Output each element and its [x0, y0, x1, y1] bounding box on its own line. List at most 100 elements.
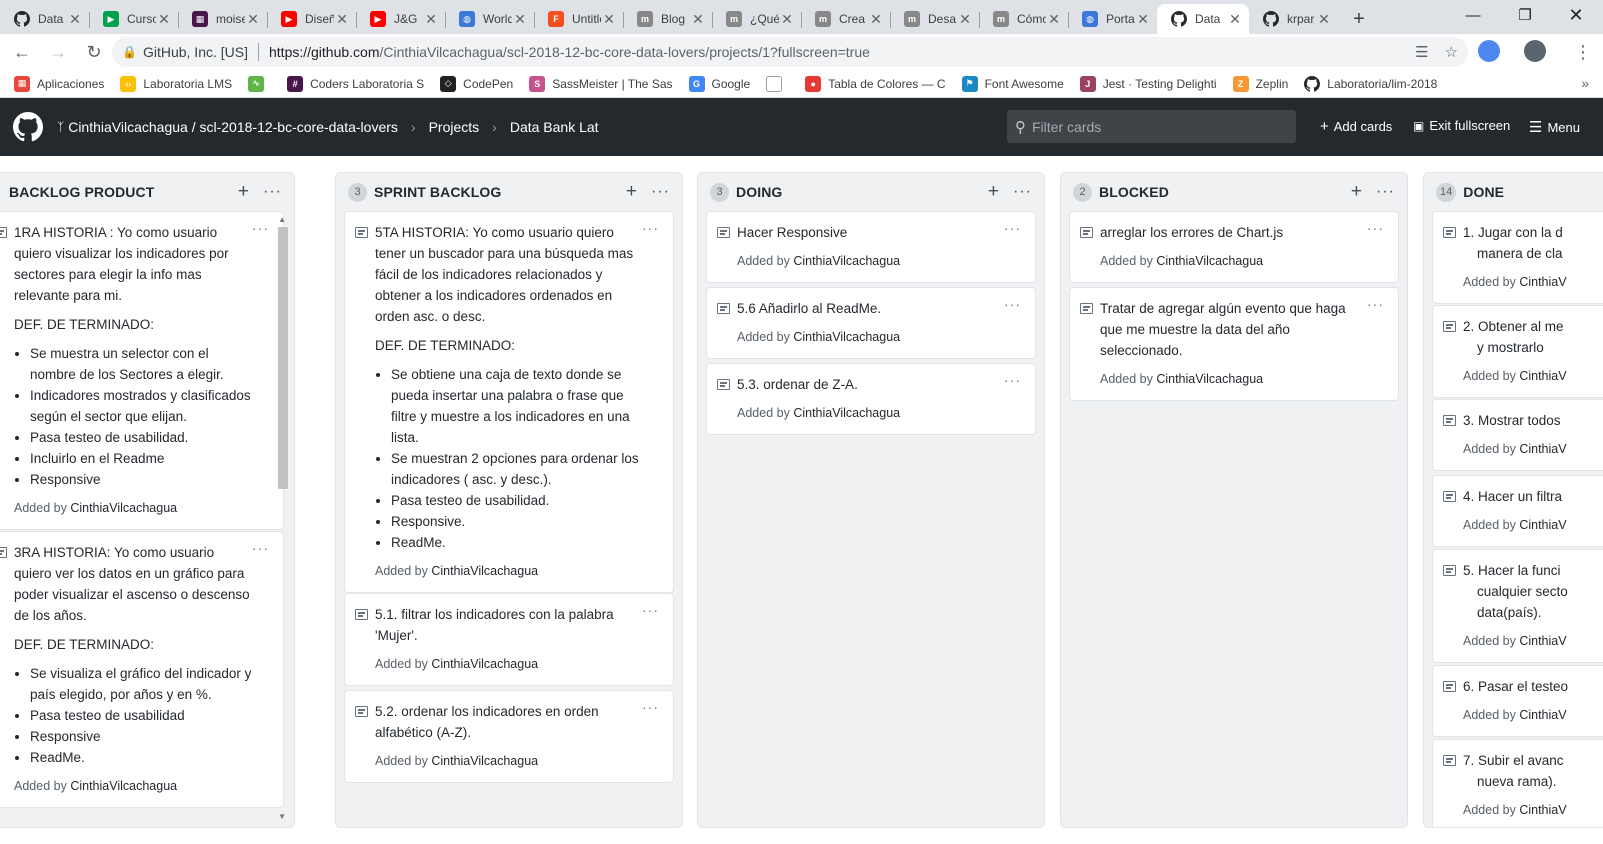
bookmark-item[interactable]: ● Tabla de Colores — C: [805, 75, 946, 92]
column-menu-dots-icon[interactable]: ···: [1013, 182, 1032, 201]
bookmarks-overflow-icon[interactable]: »: [1581, 75, 1589, 91]
back-arrow-icon[interactable]: ←: [6, 36, 38, 68]
column-menu-dots-icon[interactable]: ···: [1376, 182, 1395, 201]
bookmark-item[interactable]: G Google: [688, 75, 750, 92]
project-card[interactable]: ··· arreglar los errores de Chart.js Added…: [1069, 211, 1399, 283]
window-close-icon[interactable]: ✕: [1553, 0, 1599, 30]
card-author-link[interactable]: CinthiaVilcachagua: [793, 330, 900, 344]
card-author-link[interactable]: CinthiaVilcachagua: [431, 657, 538, 671]
tab-close-icon[interactable]: ✕: [334, 11, 350, 28]
project-card[interactable]: ··· 5.2. ordenar los indicadores en orden…: [344, 690, 674, 783]
project-card[interactable]: 2. Obtener al me y mostrarlo Added by Cint…: [1432, 305, 1603, 398]
card-menu-dots-icon[interactable]: ···: [1367, 218, 1384, 239]
bookmark-item[interactable]: J Jest · Testing Delighti: [1079, 75, 1217, 92]
bookmark-item[interactable]: [766, 75, 789, 92]
menu-button[interactable]: ☰ Menu: [1529, 118, 1580, 136]
new-tab-plus-icon[interactable]: +: [1344, 4, 1374, 34]
browser-tab[interactable]: m ¿Qué ✕: [712, 4, 801, 34]
browser-tab[interactable]: m Cómo ✕: [979, 4, 1068, 34]
project-card[interactable]: ··· 5.1. filtrar los indicadores con la p…: [344, 593, 674, 686]
add-card-plus-icon[interactable]: +: [1351, 182, 1362, 201]
project-card[interactable]: ··· Hacer Responsive Added by CinthiaVilca…: [706, 211, 1036, 283]
bookmark-item[interactable]: ∿: [248, 75, 271, 92]
add-cards-button[interactable]: + Add cards: [1320, 118, 1392, 135]
browser-tab[interactable]: krpar ✕: [1249, 4, 1338, 34]
extension-icon[interactable]: [1478, 40, 1500, 62]
column-menu-dots-icon[interactable]: ···: [651, 182, 670, 201]
card-menu-dots-icon[interactable]: ···: [1367, 294, 1384, 315]
card-author-link[interactable]: CinthiaVilcachagua: [1156, 372, 1263, 386]
column-menu-dots-icon[interactable]: ···: [263, 182, 282, 201]
project-card[interactable]: ··· Tratar de agregar algún evento que ha…: [1069, 287, 1399, 401]
browser-tab[interactable]: m Desa ✕: [890, 4, 979, 34]
add-card-plus-icon[interactable]: +: [626, 182, 637, 201]
bookmark-item[interactable]: Z Zeplin: [1232, 75, 1288, 92]
tab-close-icon[interactable]: ✕: [1316, 11, 1332, 28]
add-card-plus-icon[interactable]: +: [238, 182, 249, 201]
tab-close-icon[interactable]: ✕: [957, 11, 973, 28]
browser-tab[interactable]: F Untitled✕: [534, 4, 623, 34]
url-text[interactable]: https://github.com/CinthiaVilcachagua/sc…: [269, 44, 870, 60]
exit-fullscreen-button[interactable]: ▣ Exit fullscreen: [1413, 118, 1510, 133]
card-author-link[interactable]: CinthiaVilcachagua: [793, 254, 900, 268]
card-menu-dots-icon[interactable]: ···: [642, 600, 659, 621]
bookmark-item[interactable]: ▦ Aplicaciones: [14, 75, 104, 92]
tab-close-icon[interactable]: ✕: [1135, 11, 1151, 28]
project-card[interactable]: 4. Hacer un filtra Added by CinthiaV: [1432, 475, 1603, 547]
tab-close-icon[interactable]: ✕: [156, 11, 172, 28]
tab-close-icon[interactable]: ✕: [67, 11, 83, 28]
bookmark-item[interactable]: # Coders Laboratoria S: [287, 75, 424, 92]
project-card[interactable]: 5. Hacer la funci cualquier secto data(paí…: [1432, 549, 1603, 663]
breadcrumb-repo-link[interactable]: CinthiaVilcachagua / scl-2018-12-bc-core…: [68, 119, 398, 135]
card-author-link[interactable]: CinthiaV: [1519, 275, 1566, 289]
translate-icon[interactable]: ☰: [1415, 43, 1428, 61]
card-author-link[interactable]: CinthiaVilcachagua: [431, 564, 538, 578]
bookmark-item[interactable]: S SassMeister | The Sas: [529, 75, 673, 92]
bookmark-item[interactable]: ◇ CodePen: [440, 75, 513, 92]
browser-tab[interactable]: ▶ J&G ✕: [356, 4, 445, 34]
card-menu-dots-icon[interactable]: ···: [1004, 370, 1021, 391]
reload-icon[interactable]: ↻: [78, 36, 110, 68]
github-logo-icon[interactable]: [13, 112, 43, 142]
card-author-link[interactable]: CinthiaV: [1519, 369, 1566, 383]
project-card[interactable]: 1. Jugar con la d manera de cla Added by C…: [1432, 211, 1603, 304]
card-menu-dots-icon[interactable]: ···: [1004, 294, 1021, 315]
bookmark-star-icon[interactable]: ☆: [1445, 43, 1458, 61]
minimize-icon[interactable]: —: [1450, 0, 1496, 30]
project-card[interactable]: 7. Subir el avanc nueva rama). Added by Ci…: [1432, 739, 1603, 827]
project-card[interactable]: ··· 5.3. ordenar de Z-A. Added by CinthiaV…: [706, 363, 1036, 435]
address-bar[interactable]: 🔒 GitHub, Inc. [US] https://github.com/C…: [112, 37, 1468, 67]
tab-close-icon[interactable]: ✕: [1227, 11, 1243, 28]
forward-arrow-icon[interactable]: →: [42, 36, 74, 68]
browser-tab[interactable]: m Blog ✕: [623, 4, 712, 34]
bookmark-item[interactable]: ‹› Laboratoria LMS: [120, 75, 232, 92]
project-card[interactable]: 6. Pasar el testeo Added by CinthiaV: [1432, 665, 1603, 737]
column-scrollbar-thumb[interactable]: [278, 227, 288, 489]
add-card-plus-icon[interactable]: +: [988, 182, 999, 201]
chrome-menu-icon[interactable]: ⋮: [1567, 36, 1599, 68]
browser-tab[interactable]: ▶ Diseño✕: [267, 4, 356, 34]
card-author-link[interactable]: CinthiaVilcachagua: [70, 501, 177, 515]
project-card[interactable]: ··· 3RA HISTORIA: Yo como usuario quiero …: [0, 531, 284, 808]
browser-tab[interactable]: Data ✕: [1157, 4, 1249, 34]
profile-avatar[interactable]: [1524, 40, 1546, 62]
bookmark-item[interactable]: Laboratoria/lim-2018: [1304, 75, 1437, 92]
browser-tab[interactable]: ◍ Porta ✕: [1068, 4, 1157, 34]
breadcrumb-projects-link[interactable]: Projects: [429, 119, 480, 135]
project-card[interactable]: ··· 1RA HISTORIA : Yo como usuario quiero…: [0, 211, 284, 530]
card-author-link[interactable]: CinthiaVilcachagua: [431, 754, 538, 768]
card-author-link[interactable]: CinthiaV: [1519, 803, 1566, 817]
bookmark-item[interactable]: ⚑ Font Awesome: [961, 75, 1064, 92]
project-card[interactable]: ··· 5.6 Añadirlo al ReadMe. Added by Cinth…: [706, 287, 1036, 359]
tab-close-icon[interactable]: ✕: [1046, 11, 1062, 28]
tab-close-icon[interactable]: ✕: [868, 11, 884, 28]
card-author-link[interactable]: CinthiaVilcachagua: [1156, 254, 1263, 268]
tab-close-icon[interactable]: ✕: [690, 11, 706, 28]
restore-icon[interactable]: ❐: [1502, 0, 1548, 30]
browser-tab[interactable]: ◍ World ✕: [445, 4, 534, 34]
card-menu-dots-icon[interactable]: ···: [1004, 218, 1021, 239]
browser-tab[interactable]: Data ✕: [0, 4, 89, 34]
filter-cards-input[interactable]: [1032, 118, 1282, 135]
card-author-link[interactable]: CinthiaV: [1519, 442, 1566, 456]
card-author-link[interactable]: CinthiaVilcachagua: [70, 779, 177, 793]
